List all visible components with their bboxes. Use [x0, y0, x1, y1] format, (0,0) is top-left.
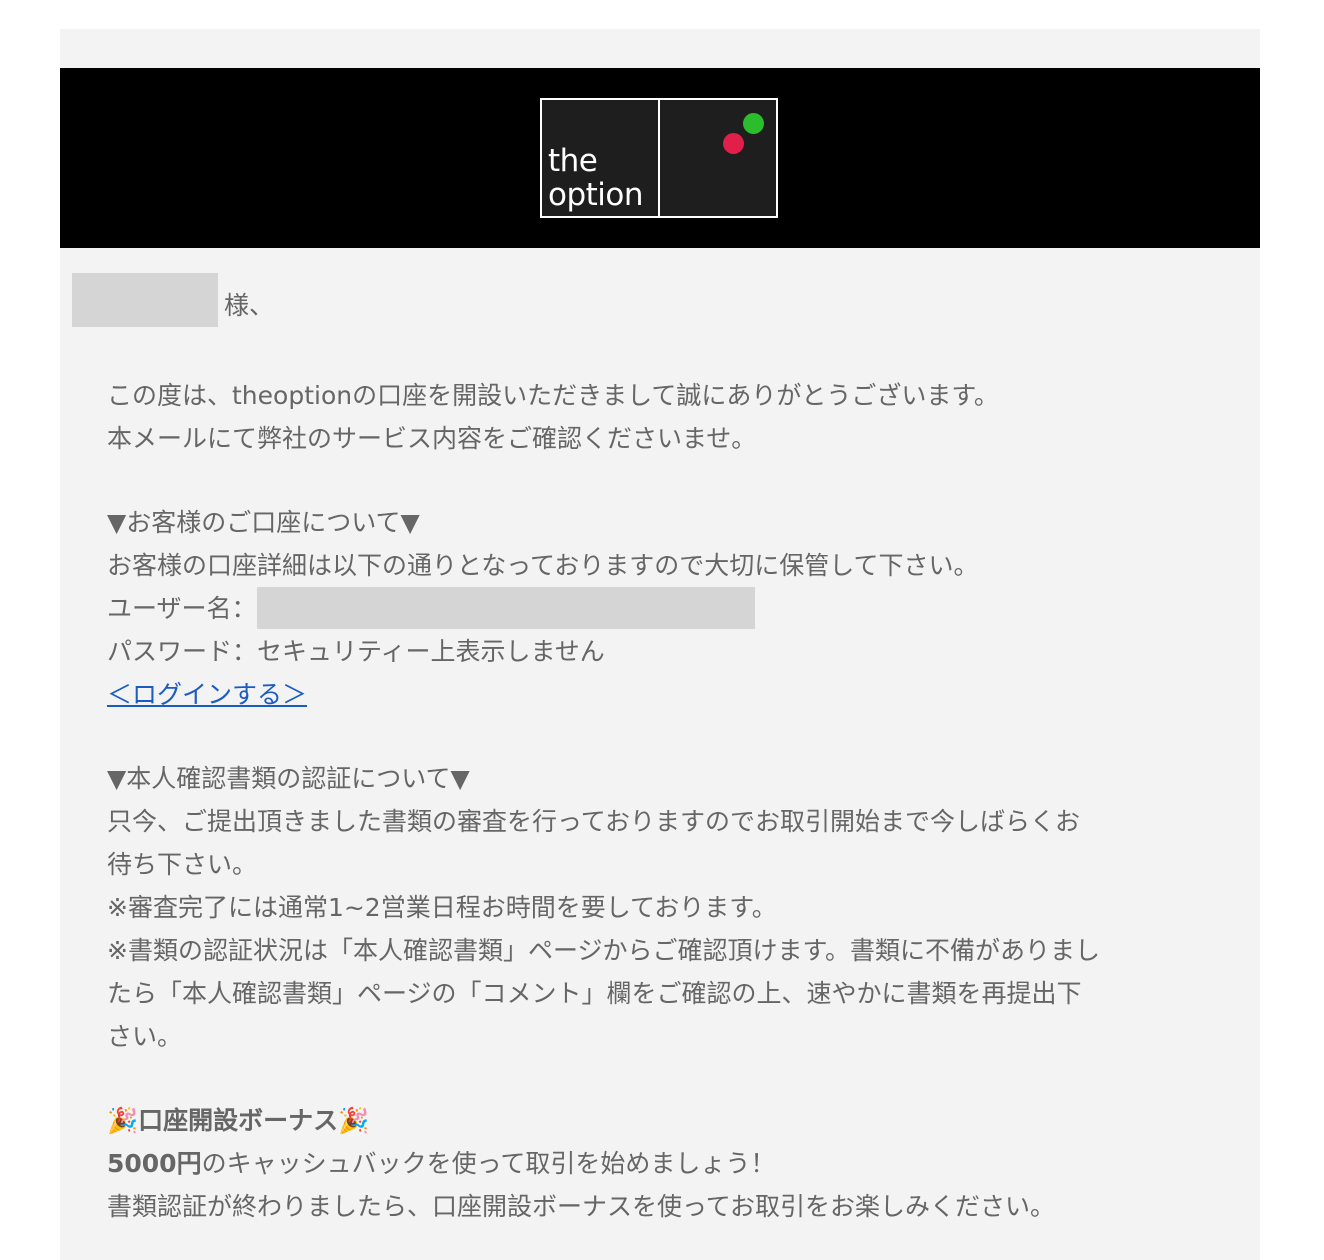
logo-line-option: option — [548, 177, 644, 213]
bonus-heading: 🎉口座開設ボーナス🎉 — [107, 1106, 370, 1135]
bonus-amount: 5000円 — [107, 1149, 202, 1178]
verification-note-1: ※審査完了には通常1~2営業日程お時間を要しております。 — [107, 893, 777, 922]
intro-line-2: 本メールにて弊社のサービス内容をご確認くださいませ。 — [107, 424, 757, 453]
email-body: the option 様、 この度は、theoptionの口座を開設いただきまし… — [60, 29, 1260, 1260]
logo-wordmark: the option — [548, 143, 644, 213]
bonus-line-1: 5000円のキャッシュバックを使って取引を始めましょう！ — [107, 1142, 1227, 1185]
bonus-line-1-rest: のキャッシュバックを使って取引を始めましょう！ — [201, 1149, 776, 1178]
greeting-honorific: 様、 — [224, 291, 275, 320]
account-description: お客様の口座詳細は以下の通りとなっておりますので大切に保管して下さい。 — [107, 551, 979, 580]
verification-note-2-line-2: たら「本人確認書類」ページの「コメント」欄をご確認の上、速やかに書類を再提出下 — [107, 979, 1082, 1008]
password-line: パスワード：セキュリティー上表示しません — [107, 637, 605, 666]
verification-line-2: 待ち下さい。 — [107, 850, 258, 879]
username-label: ユーザー名： — [107, 594, 257, 623]
verification-heading: ▼本人確認書類の認証について▼ — [107, 764, 470, 793]
logo-text-cell: the option — [540, 98, 660, 218]
logo-dots-cell — [660, 98, 778, 218]
account-heading: ▼お客様のご口座について▼ — [107, 508, 420, 537]
verification-note-2-line-1: ※書類の認証状況は「本人確認書類」ページからご確認頂けます。書類に不備がありまし — [107, 936, 1100, 965]
redacted-customer-name — [72, 273, 218, 327]
theoption-logo: the option — [540, 98, 780, 218]
verification-note-2-line-3: さい。 — [107, 1022, 183, 1051]
verification-line-1: 只今、ご提出頂きました書類の審査を行っておりますのでお取引開始まで今しばらくお — [107, 807, 1081, 836]
redacted-username — [256, 587, 755, 629]
greeting: 様、 — [72, 273, 274, 327]
login-link[interactable]: ＜ログインする＞ — [107, 680, 307, 709]
intro-line-1: この度は、theoptionの口座を開設いただきまして誠にありがとうございます。 — [107, 381, 999, 410]
green-dot-icon — [743, 113, 764, 134]
message-content: この度は、theoptionの口座を開設いただきまして誠にありがとうございます。… — [107, 374, 1227, 1228]
red-dot-icon — [723, 133, 744, 154]
bonus-line-2: 書類認証が終わりましたら、口座開設ボーナスを使ってお取引をお楽しみください。 — [107, 1192, 1056, 1221]
username-row: ユーザー名： — [107, 587, 1227, 630]
logo-line-the: the — [548, 143, 598, 179]
email-header: the option — [60, 68, 1260, 248]
